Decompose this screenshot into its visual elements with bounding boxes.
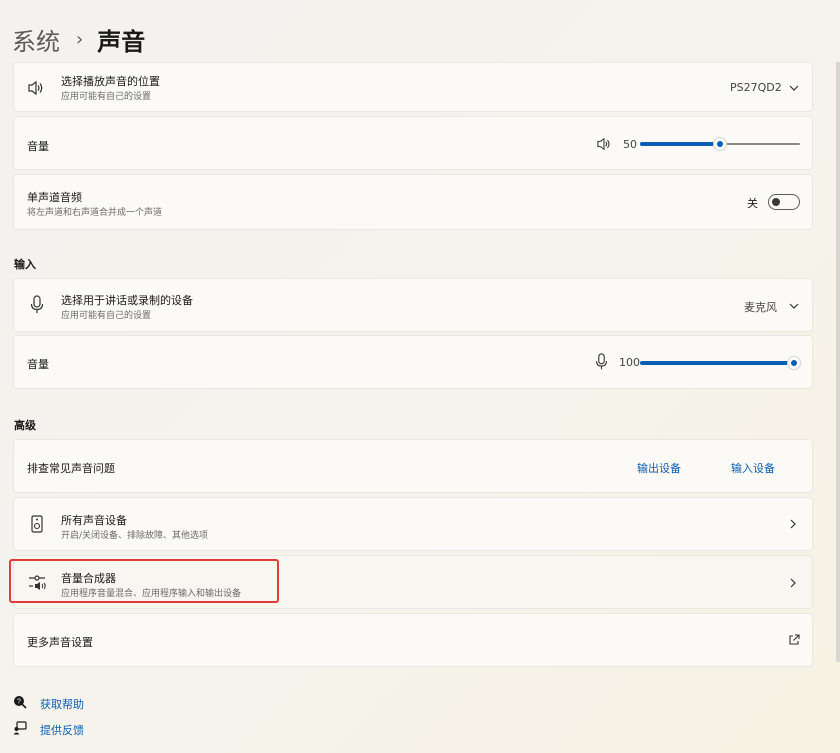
troubleshoot-output-link[interactable]: 输出设备 bbox=[637, 460, 681, 476]
all-devices-label: 所有声音设备 bbox=[61, 514, 127, 527]
input-device-value: 麦克风 bbox=[744, 301, 777, 314]
microphone-icon[interactable] bbox=[595, 353, 608, 371]
give-feedback-link[interactable]: 提供反馈 bbox=[40, 722, 84, 738]
breadcrumb-separator: › bbox=[76, 28, 84, 50]
chevron-right-icon bbox=[790, 519, 796, 529]
output-device-label: 选择播放声音的位置 bbox=[61, 75, 160, 88]
more-sound-settings-card[interactable]: 更多声音设置 bbox=[13, 613, 813, 667]
speaker-device-icon bbox=[31, 515, 43, 533]
advanced-heading: 高级 bbox=[14, 419, 36, 432]
input-volume-card: 音量 100 bbox=[13, 335, 813, 389]
output-device-sub: 应用可能有自己的设置 bbox=[61, 92, 152, 102]
toggle-knob bbox=[772, 198, 780, 206]
slider-thumb[interactable] bbox=[787, 356, 801, 370]
troubleshoot-label: 排查常见声音问题 bbox=[27, 462, 115, 475]
chevron-down-icon[interactable] bbox=[788, 83, 800, 93]
help-icon: ? bbox=[14, 696, 27, 709]
output-volume-label: 音量 bbox=[27, 140, 49, 153]
output-device-card[interactable]: 选择播放声音的位置 应用可能有自己的设置 PS27QD2 bbox=[13, 62, 813, 112]
speaker-icon bbox=[28, 80, 43, 96]
input-volume-slider[interactable] bbox=[640, 356, 801, 370]
mono-audio-label: 单声道音频 bbox=[27, 191, 82, 204]
microphone-icon bbox=[30, 295, 44, 313]
mono-audio-sub: 将左声道和右声道合并成一个声道 bbox=[27, 208, 163, 218]
input-device-sub: 应用可能有自己的设置 bbox=[61, 311, 152, 321]
svg-text:?: ? bbox=[17, 699, 21, 706]
troubleshoot-input-link[interactable]: 输入设备 bbox=[731, 460, 775, 476]
input-volume-value: 100 bbox=[619, 356, 640, 369]
slider-fill bbox=[640, 361, 794, 365]
output-volume-slider[interactable] bbox=[640, 137, 800, 151]
all-devices-sub: 开启/关闭设备、排除故障、其他选项 bbox=[61, 531, 209, 541]
more-sound-settings-label: 更多声音设置 bbox=[27, 636, 93, 649]
breadcrumb-parent[interactable]: 系统 bbox=[12, 22, 60, 57]
output-volume-card: 音量 50 bbox=[13, 116, 813, 170]
scrollbar[interactable] bbox=[836, 62, 840, 662]
input-volume-label: 音量 bbox=[27, 358, 49, 371]
mono-audio-toggle[interactable] bbox=[768, 194, 800, 210]
output-device-value: PS27QD2 bbox=[730, 81, 782, 94]
get-help-link[interactable]: 获取帮助 bbox=[40, 696, 84, 712]
input-heading: 输入 bbox=[14, 258, 36, 271]
feedback-icon bbox=[13, 721, 27, 735]
external-link-icon bbox=[789, 634, 800, 645]
input-device-label: 选择用于讲话或录制的设备 bbox=[61, 294, 193, 307]
slider-thumb[interactable] bbox=[713, 137, 727, 151]
chevron-down-icon[interactable] bbox=[788, 301, 800, 311]
speaker-icon[interactable] bbox=[596, 137, 612, 151]
chevron-right-icon bbox=[790, 578, 796, 588]
mono-audio-card: 单声道音频 将左声道和右声道合并成一个声道 关 bbox=[13, 174, 813, 230]
mono-audio-state: 关 bbox=[747, 197, 758, 210]
highlight-box bbox=[9, 559, 279, 603]
all-devices-card[interactable]: 所有声音设备 开启/关闭设备、排除故障、其他选项 bbox=[13, 497, 813, 551]
slider-fill bbox=[640, 142, 720, 146]
output-volume-value: 50 bbox=[623, 138, 637, 151]
breadcrumb: 系统 › 声音 bbox=[12, 22, 146, 57]
troubleshoot-card: 排查常见声音问题 输出设备 输入设备 bbox=[13, 439, 813, 493]
input-device-card[interactable]: 选择用于讲话或录制的设备 应用可能有自己的设置 麦克风 bbox=[13, 278, 813, 332]
page-title: 声音 bbox=[97, 27, 146, 56]
